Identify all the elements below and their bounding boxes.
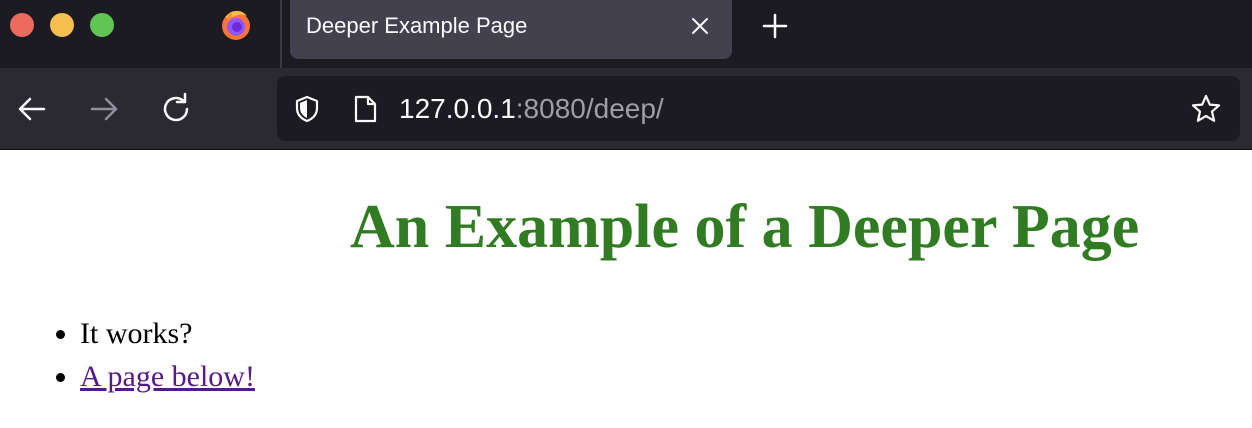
reload-icon[interactable] (158, 91, 194, 127)
minimize-window-button[interactable] (50, 13, 74, 37)
tab-separator (280, 0, 282, 68)
arrow-right-icon[interactable] (86, 91, 122, 127)
url-host: 127.0.0.1 (399, 93, 516, 124)
tab-bar: Deeper Example Page (0, 0, 1252, 68)
firefox-logo-icon (222, 10, 250, 40)
navigation-toolbar: 127.0.0.1:8080/deep/ (0, 68, 1252, 149)
page-below-link[interactable]: A page below! (80, 360, 255, 393)
close-window-button[interactable] (10, 13, 34, 37)
tab-title: Deeper Example Page (306, 13, 528, 38)
plus-icon[interactable] (760, 11, 790, 41)
url-bar[interactable]: 127.0.0.1:8080/deep/ (277, 76, 1240, 141)
content-list: It works? A page below! (0, 312, 255, 398)
url-path: :8080/deep/ (515, 93, 664, 124)
page-title: An Example of a Deeper Page (350, 193, 1140, 261)
zoom-window-button[interactable] (90, 13, 114, 37)
list-item: A page below! (80, 355, 255, 398)
page-icon[interactable] (352, 95, 378, 123)
star-icon[interactable] (1190, 93, 1222, 125)
close-icon[interactable] (688, 14, 712, 38)
shield-icon[interactable] (293, 95, 321, 123)
list-item: It works? (80, 312, 255, 355)
arrow-left-icon[interactable] (14, 91, 50, 127)
active-tab[interactable]: Deeper Example Page (290, 0, 732, 59)
url-text[interactable]: 127.0.0.1:8080/deep/ (399, 91, 664, 127)
page-content: An Example of a Deeper Page It works? A … (0, 150, 1252, 428)
list-item-text: It works? (80, 317, 193, 350)
